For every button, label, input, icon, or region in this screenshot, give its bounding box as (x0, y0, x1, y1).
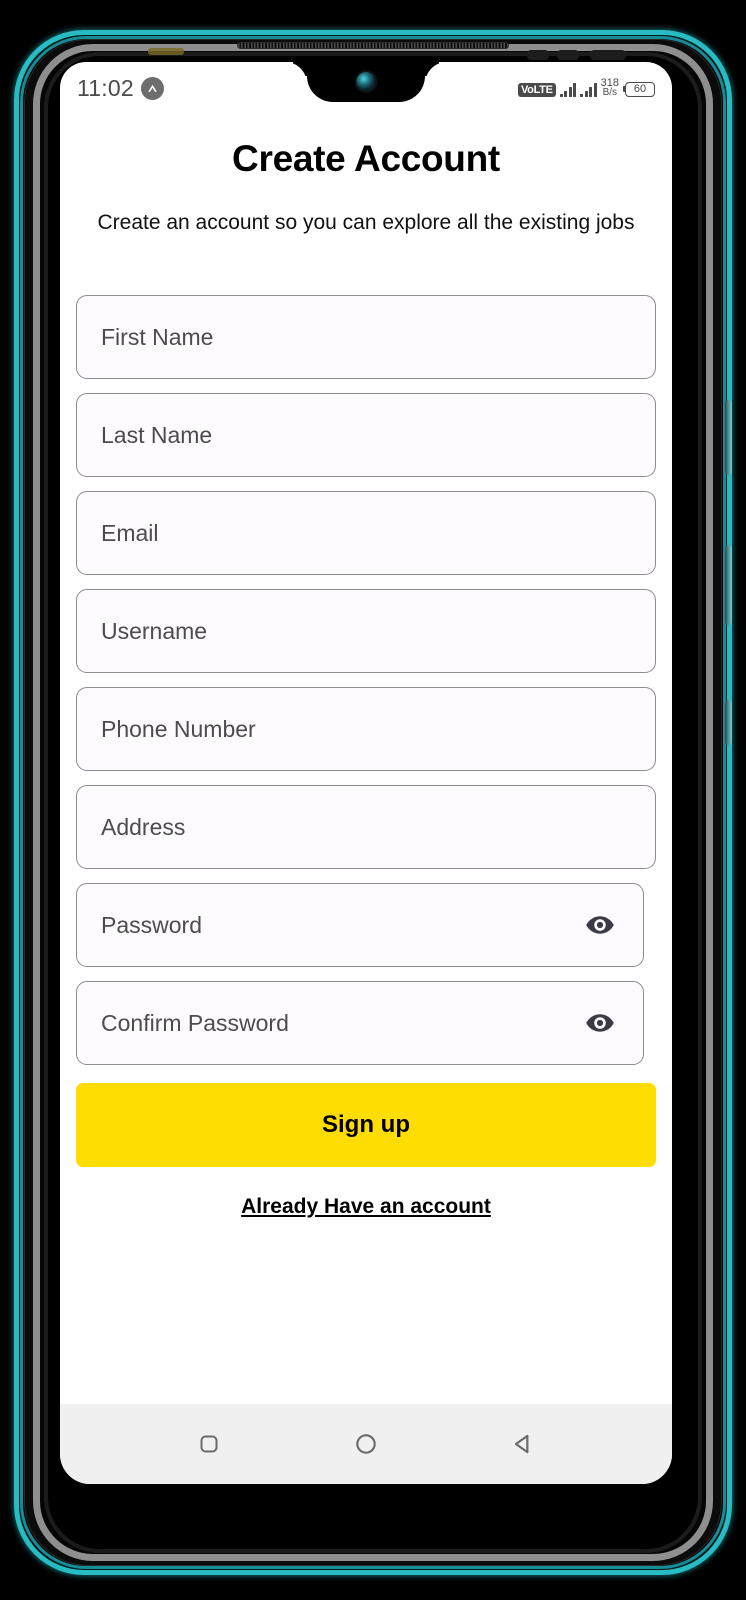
eye-icon[interactable] (585, 910, 615, 940)
signup-form: First Name Last Name Email Username Phone Nu… (76, 295, 656, 1065)
phone-number-placeholder: Phone Number (101, 715, 256, 742)
network-speed-indicator: 318 B/s (600, 76, 619, 98)
eye-icon[interactable] (585, 1008, 615, 1038)
status-bar-right: VoLTE 318 B/s 60 (517, 76, 655, 99)
password-placeholder: Password (101, 911, 202, 938)
status-bar-clock: 11:02 (77, 74, 134, 101)
bezel-sensor-icon (590, 50, 626, 60)
last-name-placeholder: Last Name (101, 421, 213, 448)
triangle-left-icon[interactable] (501, 1422, 545, 1466)
status-bar-left: 11:02 (77, 75, 164, 102)
page-title: Create Account (232, 138, 500, 179)
already-have-account-link[interactable]: Already Have an account (76, 1195, 656, 1219)
battery-body: 60 (625, 81, 655, 97)
bezel-sensor-icon (557, 50, 579, 60)
address-placeholder: Address (101, 813, 186, 840)
battery-level-text: 60 (633, 82, 647, 95)
phone-number-input[interactable]: Phone Number (76, 687, 656, 771)
android-navigation-bar (60, 1404, 672, 1484)
square-icon[interactable] (187, 1422, 231, 1466)
sign-up-button[interactable]: Sign up (76, 1083, 656, 1167)
battery-icon: 60 (623, 81, 655, 97)
signal-bars-icon (580, 82, 597, 97)
page-subtitle: Create an account so you can explore all… (97, 211, 635, 234)
power-button[interactable] (725, 700, 732, 745)
volte-badge: VoLTE (517, 82, 556, 97)
signup-screen: Create Account Create an account so you … (60, 114, 672, 1404)
email-placeholder: Email (101, 519, 159, 546)
first-name-input[interactable]: First Name (76, 295, 656, 379)
status-bar: 11:02 VoLTE 318 B/s 60 (60, 62, 672, 114)
circle-icon[interactable] (344, 1422, 388, 1466)
password-input[interactable]: Password (76, 883, 644, 967)
username-placeholder: Username (101, 617, 208, 644)
confirm-password-input[interactable]: Confirm Password (76, 981, 644, 1065)
volume-down-button[interactable] (725, 545, 732, 625)
bezel-highlight (148, 48, 184, 55)
first-name-placeholder: First Name (101, 323, 214, 350)
confirm-password-placeholder: Confirm Password (101, 1009, 289, 1036)
last-name-input[interactable]: Last Name (76, 393, 656, 477)
caret-up-circle-icon (140, 76, 164, 100)
email-input[interactable]: Email (76, 491, 656, 575)
phone-screen: 11:02 VoLTE 318 B/s 60 Create Account Cr… (60, 62, 672, 1484)
earpiece-speaker-grille (237, 42, 509, 49)
username-input[interactable]: Username (76, 589, 656, 673)
network-speed-value: 318 (600, 76, 619, 89)
volume-up-button[interactable] (725, 400, 732, 475)
network-speed-unit: B/s (602, 86, 618, 98)
bezel-sensor-icon (527, 50, 549, 60)
address-input[interactable]: Address (76, 785, 656, 869)
signal-bars-icon (559, 82, 577, 97)
phone-frame: 11:02 VoLTE 318 B/s 60 Create Account Cr… (0, 0, 746, 1600)
